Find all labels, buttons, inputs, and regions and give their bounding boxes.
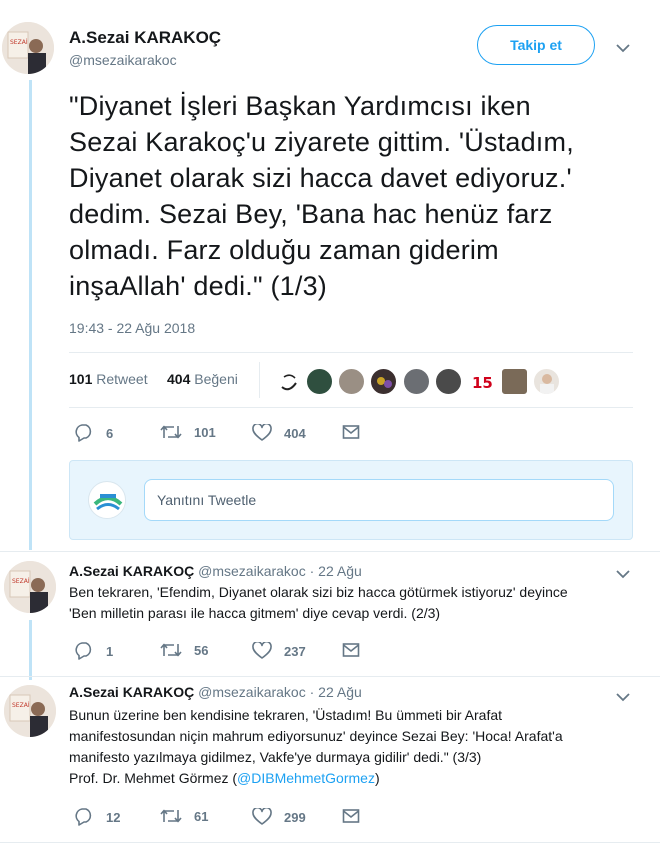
reply-action[interactable]: 1 xyxy=(74,642,113,660)
user-avatar[interactable] xyxy=(88,481,126,519)
divider xyxy=(69,407,633,408)
author-credit: Prof. Dr. Mehmet Görmez (@DIBMehmetGorme… xyxy=(69,770,380,786)
author-name[interactable]: A.Sezai KARAKOÇ xyxy=(69,28,221,48)
mention-link[interactable]: @DIBMehmetGormez xyxy=(237,770,375,786)
liker-avatar[interactable] xyxy=(275,368,302,395)
author-handle[interactable]: @msezaikarakoc xyxy=(198,684,306,700)
svg-text:SEZAİ: SEZAİ xyxy=(12,702,30,709)
reply-action[interactable]: 12 xyxy=(74,808,120,826)
liker-avatar[interactable] xyxy=(306,368,333,395)
like-action[interactable]: 237 xyxy=(252,642,306,660)
reply-header: A.Sezai KARAKOÇ @msezaikarakoc · 22 Ağu xyxy=(69,563,362,579)
thread-line xyxy=(29,620,32,680)
follow-button[interactable]: Takip et xyxy=(477,25,595,65)
avatar[interactable]: SEZAİ xyxy=(2,22,54,74)
svg-text:15: 15 xyxy=(472,374,493,392)
avatar[interactable]: SEZAİ xyxy=(4,685,56,737)
tweet-timestamp[interactable]: 19:43 - 22 Ağu 2018 xyxy=(69,320,195,336)
thread-line xyxy=(29,80,32,550)
like-stats[interactable]: 404 Beğeni xyxy=(167,371,238,387)
divider xyxy=(0,551,660,552)
retweet-action[interactable]: 56 xyxy=(160,642,208,658)
svg-text:SEZAİ: SEZAİ xyxy=(10,39,28,46)
retweet-icon xyxy=(160,642,182,658)
heart-icon xyxy=(252,642,272,660)
retweet-stats[interactable]: 101 Retweet xyxy=(69,371,148,387)
liker-avatar[interactable] xyxy=(533,368,560,395)
avatar[interactable]: SEZAİ xyxy=(4,561,56,613)
retweet-action[interactable]: 61 xyxy=(160,808,208,824)
direct-message-action[interactable] xyxy=(342,424,360,440)
retweet-action[interactable]: 101 xyxy=(160,424,216,440)
liker-avatar[interactable] xyxy=(435,368,462,395)
envelope-icon xyxy=(342,642,360,658)
tweet-text: "Diyanet İşleri Başkan Yardımcısı iken S… xyxy=(69,91,574,301)
like-action[interactable]: 299 xyxy=(252,808,306,826)
direct-message-action[interactable] xyxy=(342,642,360,658)
author-name[interactable]: A.Sezai KARAKOÇ xyxy=(69,563,194,579)
author-handle[interactable]: @msezaikarakoc xyxy=(69,52,177,68)
liker-avatar[interactable] xyxy=(370,368,397,395)
reply-header: A.Sezai KARAKOÇ @msezaikarakoc · 22 Ağu xyxy=(69,684,362,700)
heart-icon xyxy=(252,808,272,826)
svg-text:SEZAİ: SEZAİ xyxy=(12,578,30,585)
reply-icon xyxy=(74,642,94,660)
tweet-date[interactable]: · 22 Ağu xyxy=(310,684,362,700)
retweet-icon xyxy=(160,424,182,440)
chevron-down-icon[interactable] xyxy=(615,40,631,58)
liker-avatar[interactable] xyxy=(501,368,528,395)
reply-action[interactable]: 6 xyxy=(74,424,113,442)
heart-icon xyxy=(252,424,272,442)
tweet-text: Ben tekraren, 'Efendim, Diyanet olarak s… xyxy=(69,584,568,621)
liker-avatar[interactable] xyxy=(403,368,430,395)
liker-avatar[interactable]: 15 xyxy=(467,368,494,395)
envelope-icon xyxy=(342,424,360,440)
direct-message-action[interactable] xyxy=(342,808,360,824)
divider xyxy=(0,842,660,843)
tweet-text: Bunun üzerine ben kendisine tekraren, 'Ü… xyxy=(69,705,639,789)
retweet-icon xyxy=(160,808,182,824)
like-action[interactable]: 404 xyxy=(252,424,306,442)
author-name[interactable]: A.Sezai KARAKOÇ xyxy=(69,684,194,700)
liker-avatar[interactable] xyxy=(338,368,365,395)
author-handle[interactable]: @msezaikarakoc xyxy=(198,563,306,579)
stats-separator xyxy=(259,362,260,398)
divider xyxy=(69,352,633,353)
reply-icon xyxy=(74,424,94,442)
envelope-icon xyxy=(342,808,360,824)
divider xyxy=(0,676,660,677)
reply-input[interactable]: Yanıtını Tweetle xyxy=(144,479,614,521)
tweet-date[interactable]: · 22 Ağu xyxy=(310,563,362,579)
reply-icon xyxy=(74,808,94,826)
